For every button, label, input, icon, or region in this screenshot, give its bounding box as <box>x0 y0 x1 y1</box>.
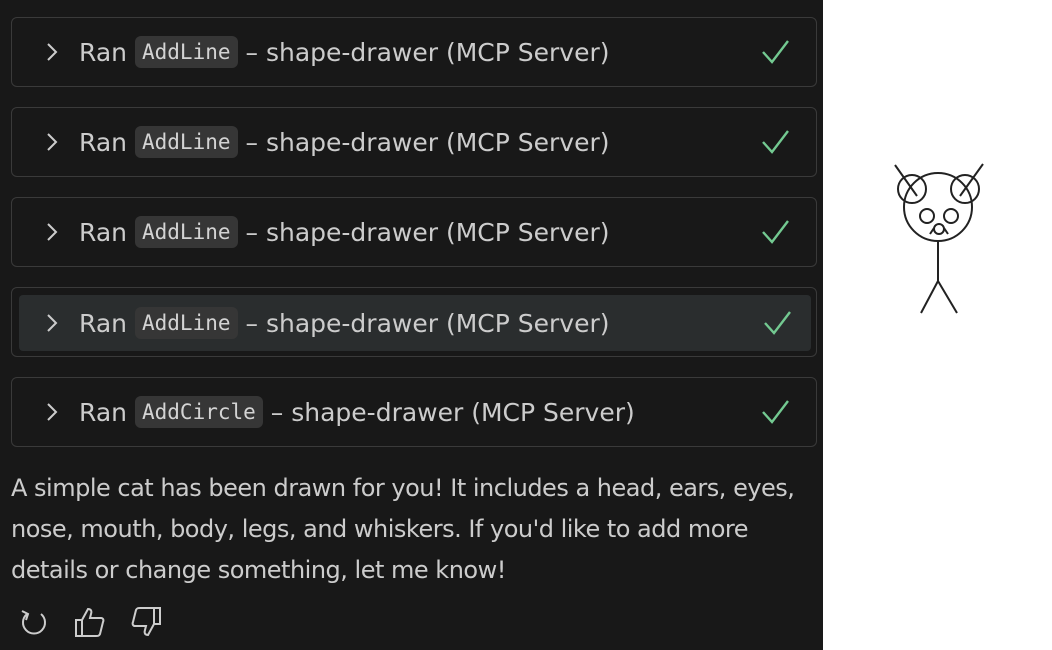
tool-name-chip: AddLine <box>135 126 238 158</box>
chevron-right-icon <box>45 131 59 153</box>
tool-call-prefix: Ran <box>79 37 127 67</box>
left-leg-line <box>920 280 939 314</box>
tool-call-label: Ran AddLine – shape-drawer (MCP Server) <box>79 126 760 158</box>
tool-call-prefix: Ran <box>79 127 127 157</box>
tool-call-source: – shape-drawer (MCP Server) <box>245 308 610 338</box>
head-circle <box>903 172 973 242</box>
check-icon <box>760 37 790 67</box>
drawing-canvas <box>823 0 1052 650</box>
tool-call-label: Ran AddLine – shape-drawer (MCP Server) <box>79 307 762 339</box>
tool-call-card: Ran AddLine – shape-drawer (MCP Server) <box>11 287 817 357</box>
tool-name-chip: AddLine <box>135 216 238 248</box>
tool-call-source: – shape-drawer (MCP Server) <box>270 397 635 427</box>
tool-call-card: Ran AddCircle – shape-drawer (MCP Server… <box>11 377 817 447</box>
thumbs-up-button[interactable] <box>72 604 108 640</box>
tool-call-prefix: Ran <box>79 397 127 427</box>
thumbs-down-icon <box>131 607 161 637</box>
cat-drawing <box>894 163 984 314</box>
tool-call-toggle[interactable]: Ran AddLine – shape-drawer (MCP Server) <box>12 198 816 266</box>
tool-call-source: – shape-drawer (MCP Server) <box>245 37 610 67</box>
tool-name-chip: AddLine <box>135 36 238 68</box>
tool-call-source: – shape-drawer (MCP Server) <box>245 217 610 247</box>
tool-call-card: Ran AddLine – shape-drawer (MCP Server) <box>11 17 817 87</box>
tool-name-chip: AddCircle <box>135 396 263 428</box>
tool-name-chip: AddLine <box>135 307 238 339</box>
tool-call-prefix: Ran <box>79 217 127 247</box>
tool-call-prefix: Ran <box>79 308 127 338</box>
check-icon <box>760 217 790 247</box>
thumbs-down-button[interactable] <box>128 604 164 640</box>
retry-icon <box>21 610 46 635</box>
assistant-message: A simple cat has been drawn for you! It … <box>11 474 795 584</box>
tool-call-label: Ran AddLine – shape-drawer (MCP Server) <box>79 216 760 248</box>
response-actions <box>16 604 164 640</box>
tool-call-label: Ran AddLine – shape-drawer (MCP Server) <box>79 36 760 68</box>
chevron-right-icon <box>45 221 59 243</box>
tool-call-toggle[interactable]: Ran AddLine – shape-drawer (MCP Server) <box>12 18 816 86</box>
right-leg-line <box>937 280 958 314</box>
chevron-right-icon <box>45 401 59 423</box>
tool-call-toggle[interactable]: Ran AddLine – shape-drawer (MCP Server) <box>19 295 811 351</box>
check-icon <box>760 127 790 157</box>
tool-call-source: – shape-drawer (MCP Server) <box>245 127 610 157</box>
chevron-right-icon <box>45 41 59 63</box>
retry-button[interactable] <box>16 604 52 640</box>
tool-call-toggle[interactable]: Ran AddLine – shape-drawer (MCP Server) <box>12 108 816 176</box>
app-root: Ran AddLine – shape-drawer (MCP Server) … <box>0 0 1052 650</box>
check-icon <box>762 308 792 338</box>
left-eye-circle <box>919 208 935 224</box>
tool-call-card: Ran AddLine – shape-drawer (MCP Server) <box>11 197 817 267</box>
check-icon <box>760 397 790 427</box>
thumbs-up-icon <box>75 607 105 637</box>
tool-call-card: Ran AddLine – shape-drawer (MCP Server) <box>11 107 817 177</box>
right-eye-circle <box>943 208 959 224</box>
tool-call-label: Ran AddCircle – shape-drawer (MCP Server… <box>79 396 760 428</box>
chevron-right-icon <box>45 312 59 334</box>
nose-circle <box>933 223 945 235</box>
tool-call-toggle[interactable]: Ran AddCircle – shape-drawer (MCP Server… <box>12 378 816 446</box>
chat-panel: Ran AddLine – shape-drawer (MCP Server) … <box>0 0 823 650</box>
